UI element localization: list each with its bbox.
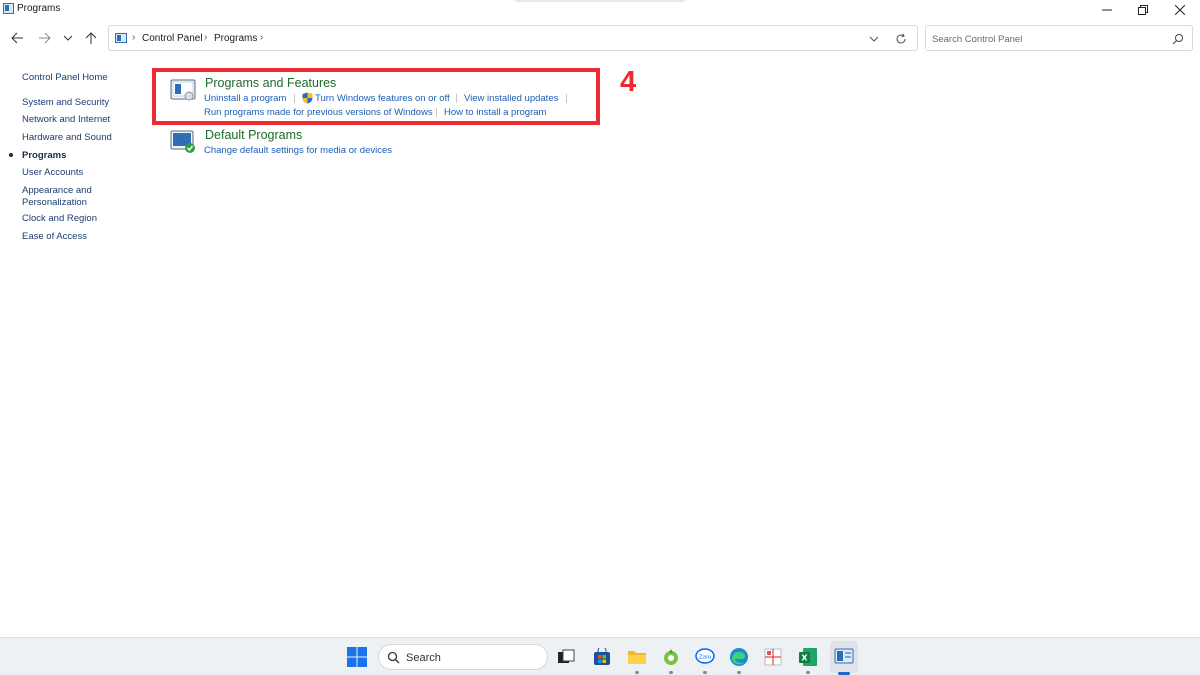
taskbar-search-box[interactable]: Search bbox=[378, 644, 548, 670]
control-panel-icon bbox=[834, 648, 854, 664]
grid-app-button[interactable] bbox=[762, 646, 784, 668]
breadcrumb-separator: › bbox=[132, 32, 136, 43]
sidebar-item-hardware-and-sound[interactable]: Hardware and Sound bbox=[22, 132, 132, 144]
refresh-icon bbox=[896, 33, 906, 44]
close-icon bbox=[1175, 4, 1185, 15]
navigation-bar: › Control Panel › Programs › Search Cont… bbox=[0, 22, 1200, 54]
close-button[interactable] bbox=[1162, 0, 1198, 19]
breadcrumb-separator[interactable]: › bbox=[204, 32, 207, 43]
breadcrumb-programs[interactable]: Programs bbox=[214, 33, 257, 44]
minimize-icon bbox=[1102, 9, 1112, 10]
refresh-button[interactable] bbox=[893, 31, 909, 47]
address-dropdown-button[interactable] bbox=[867, 32, 881, 46]
svg-text:Zalo: Zalo bbox=[699, 655, 712, 661]
app-green-icon bbox=[664, 649, 678, 665]
taskbar: Search Zalo X bbox=[0, 637, 1200, 675]
taskbar-search-label: Search bbox=[406, 652, 441, 664]
snap-layout-hint bbox=[515, 0, 685, 2]
restore-icon bbox=[1138, 4, 1148, 15]
recent-locations-button[interactable] bbox=[59, 29, 77, 47]
running-indicator bbox=[703, 671, 707, 674]
breadcrumb-separator[interactable]: › bbox=[260, 32, 263, 43]
restore-button[interactable] bbox=[1125, 0, 1161, 19]
sidebar-item-clock-and-region[interactable]: Clock and Region bbox=[22, 213, 132, 225]
annotation-highlight-box bbox=[152, 68, 600, 125]
window-title: Programs bbox=[17, 3, 61, 14]
back-arrow-icon bbox=[10, 32, 23, 44]
edge-icon bbox=[730, 648, 748, 666]
windows-start-icon bbox=[347, 647, 367, 667]
running-indicator bbox=[635, 671, 639, 674]
default-programs-title[interactable]: Default Programs bbox=[205, 128, 302, 142]
search-placeholder: Search Control Panel bbox=[932, 34, 1023, 45]
up-arrow-icon bbox=[85, 31, 97, 44]
microsoft-store-icon bbox=[594, 648, 610, 665]
edge-button[interactable] bbox=[728, 646, 750, 668]
excel-button[interactable]: X bbox=[797, 646, 819, 668]
zalo-icon: Zalo bbox=[695, 648, 715, 664]
zalo-button[interactable]: Zalo bbox=[694, 646, 716, 668]
start-button[interactable] bbox=[346, 646, 368, 668]
green-app-button[interactable] bbox=[660, 646, 682, 668]
breadcrumb-control-panel[interactable]: Control Panel bbox=[142, 33, 203, 44]
annotation-step-number: 4 bbox=[620, 66, 637, 98]
sidebar-item-programs[interactable]: Programs bbox=[22, 150, 132, 162]
search-icon bbox=[387, 651, 400, 664]
file-explorer-icon bbox=[628, 651, 646, 664]
active-item-bullet bbox=[9, 153, 13, 157]
sidebar-item-user-accounts[interactable]: User Accounts bbox=[22, 167, 132, 179]
app-grid-icon bbox=[764, 648, 782, 666]
running-indicator bbox=[806, 671, 810, 674]
minimize-button[interactable] bbox=[1089, 0, 1125, 19]
address-bar[interactable]: › Control Panel › Programs › bbox=[108, 25, 918, 51]
running-indicator bbox=[669, 671, 673, 674]
chevron-down-icon bbox=[869, 36, 879, 42]
search-icon[interactable] bbox=[1172, 33, 1184, 45]
search-control-panel-input[interactable]: Search Control Panel bbox=[925, 25, 1193, 51]
back-button[interactable] bbox=[8, 29, 26, 47]
control-panel-icon bbox=[115, 33, 127, 43]
up-button[interactable] bbox=[82, 29, 100, 47]
sidebar-item-appearance-and-personalization[interactable]: Appearance and Personalization bbox=[22, 185, 112, 209]
microsoft-store-button[interactable] bbox=[591, 646, 613, 668]
task-view-icon bbox=[558, 649, 575, 663]
file-explorer-button[interactable] bbox=[626, 646, 648, 668]
change-default-settings-link[interactable]: Change default settings for media or dev… bbox=[204, 145, 392, 156]
chevron-down-icon bbox=[63, 35, 73, 41]
sidebar-item-system-and-security[interactable]: System and Security bbox=[22, 97, 132, 109]
task-view-button[interactable] bbox=[555, 646, 577, 668]
sidebar-item-network-and-internet[interactable]: Network and Internet bbox=[22, 114, 132, 126]
control-panel-taskbar-button[interactable] bbox=[833, 646, 855, 668]
title-bar: Programs bbox=[0, 0, 1200, 19]
default-programs-icon bbox=[170, 130, 195, 153]
control-panel-app-icon bbox=[3, 3, 14, 14]
sidebar-item-control-panel-home[interactable]: Control Panel Home bbox=[22, 72, 132, 84]
running-indicator bbox=[737, 671, 741, 674]
sidebar-item-ease-of-access[interactable]: Ease of Access bbox=[22, 231, 132, 243]
svg-text:X: X bbox=[801, 654, 808, 663]
forward-arrow-icon bbox=[38, 32, 51, 44]
forward-button[interactable] bbox=[35, 29, 53, 47]
excel-icon: X bbox=[799, 648, 817, 666]
